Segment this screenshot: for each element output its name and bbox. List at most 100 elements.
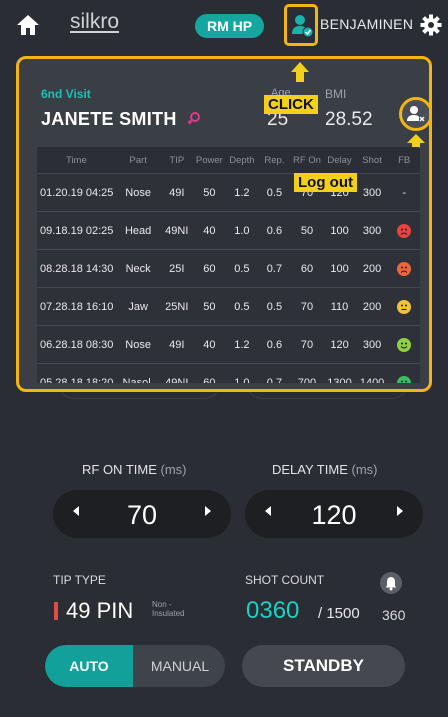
cell-rf-on: 700: [290, 363, 324, 383]
tip-insulation: Non - Insulated: [152, 600, 185, 618]
cell-shot: 1400: [355, 363, 389, 383]
feedback-neutral-icon: [397, 299, 412, 314]
bell-icon[interactable]: [380, 572, 402, 594]
cell-rep: 0.7: [258, 249, 291, 288]
cell-shot: 300: [355, 211, 389, 250]
cell-part: Nose: [115, 173, 161, 212]
tip-color-bar: [54, 602, 58, 620]
cell-depth: 0.5: [225, 249, 259, 288]
home-icon[interactable]: [16, 14, 40, 41]
tip-type-value: 49 PIN: [66, 598, 134, 623]
cell-part: Neck: [115, 249, 161, 288]
cell-rep: 0.7: [258, 363, 291, 383]
cell-delay: 100: [323, 249, 356, 288]
manual-mode-button[interactable]: MANUAL: [135, 645, 225, 687]
cell-rep: 0.5: [258, 173, 291, 212]
increase-icon[interactable]: [397, 506, 403, 516]
cell-depth: 1.2: [225, 325, 259, 364]
cell-time: 09.18.19 02:25: [37, 211, 116, 250]
feedback-good-icon: [397, 337, 412, 352]
cell-feedback: [388, 211, 420, 250]
cell-time: 08.28.18 14:30: [37, 249, 116, 288]
cell-tip: 25NI: [160, 287, 194, 326]
cell-shot: 200: [355, 287, 389, 326]
cell-feedback: [388, 325, 420, 364]
rf-on-time-stepper: 70: [53, 490, 231, 538]
auto-mode-button[interactable]: AUTO: [45, 645, 133, 687]
patient-name: JANETE SMITH: [41, 109, 177, 129]
shot-count-label: SHOT COUNT: [245, 573, 325, 587]
cell-depth: 0.5: [225, 287, 259, 326]
bmi-value: 28.52: [325, 109, 373, 130]
cell-rf-on: 70: [290, 325, 324, 364]
feedback-bad-icon: [397, 261, 412, 276]
table-header-row: Time Part TIP Power Depth Rep. RF On Del…: [37, 147, 420, 174]
gear-icon[interactable]: [420, 14, 442, 41]
rf-on-time-label: RF ON TIME (ms): [82, 462, 187, 477]
column-header: Part: [115, 147, 161, 174]
cell-time: 05.28.18 18:20: [37, 363, 116, 383]
table-row[interactable]: 01.20.19 04:25 Nose 49I 50 1.2 0.5 70 120 300-: [37, 173, 420, 212]
treatment-history-table: Time Part TIP Power Depth Rep. RF On Del…: [37, 147, 420, 383]
visit-count: 6nd Visit: [41, 87, 91, 101]
column-header: FB: [388, 147, 420, 174]
bmi-label: BMI: [325, 87, 347, 101]
cell-time: 01.20.19 04:25: [37, 173, 116, 212]
user-account-button[interactable]: [284, 4, 318, 46]
column-header: Power: [193, 147, 226, 174]
column-header: Rep.: [258, 147, 291, 174]
column-header: RF On: [290, 147, 324, 174]
feedback-very-good-icon: [397, 375, 412, 383]
column-header: Delay: [323, 147, 356, 174]
rm-hp-badge[interactable]: RM HP: [195, 14, 265, 38]
cell-feedback: [388, 363, 420, 383]
patient-history-popup: 6nd Visit JANETE SMITH Age 25 BMI 28.52 …: [16, 56, 432, 392]
increase-icon[interactable]: [205, 506, 211, 516]
table-row[interactable]: 07.28.18 16:10 Jaw 25NI 50 0.5 0.5 70 110 200: [37, 287, 420, 326]
cell-tip: 49NI: [160, 211, 194, 250]
tip-type-label: TIP TYPE: [53, 573, 106, 587]
top-bar: silkro RM HP BENJAMINEN: [0, 0, 448, 52]
shot-remaining: 360: [382, 607, 406, 623]
cell-delay: 1300: [323, 363, 356, 383]
cell-tip: 49NI: [160, 363, 194, 383]
female-icon: [187, 111, 201, 132]
cell-shot: 300: [355, 173, 389, 212]
cell-power: 50: [193, 287, 226, 326]
table-row[interactable]: 08.28.18 14:30 Neck 25I 60 0.5 0.7 60 100 200: [37, 249, 420, 288]
brand-logo: silkro: [70, 10, 120, 33]
cell-time: 07.28.18 16:10: [37, 287, 116, 326]
cell-tip: 49I: [160, 325, 194, 364]
cell-part: Nasol.: [115, 363, 161, 383]
cell-delay: 120: [323, 325, 356, 364]
cell-rep: 0.6: [258, 211, 291, 250]
user-remove-icon: [407, 106, 425, 122]
logout-button[interactable]: [399, 97, 429, 131]
cell-rf-on: 70: [290, 287, 324, 326]
cell-delay: 110: [323, 287, 356, 326]
column-header: Time: [37, 147, 116, 174]
table-row[interactable]: 06.28.18 08:30 Nose 49I 40 1.2 0.6 70 120 300: [37, 325, 420, 364]
mode-toggle: AUTO MANUAL: [45, 645, 225, 687]
cell-part: Jaw: [115, 287, 161, 326]
cell-shot: 300: [355, 325, 389, 364]
shot-count-total: / 1500: [318, 605, 360, 622]
click-annotation: CLICK: [264, 95, 318, 114]
cell-rf-on: 60: [290, 249, 324, 288]
cell-power: 60: [193, 363, 226, 383]
cell-rep: 0.5: [258, 287, 291, 326]
cell-delay: 100: [323, 211, 356, 250]
user-check-icon: [292, 15, 314, 38]
standby-button[interactable]: STANDBY: [242, 645, 405, 687]
arrow-up-icon: [291, 62, 309, 82]
cell-depth: 1.0: [225, 363, 259, 383]
table-row[interactable]: 05.28.18 18:20 Nasol. 49NI 60 1.0 0.7 700 1300 1…: [37, 363, 420, 383]
cell-part: Head: [115, 211, 161, 250]
cell-part: Nose: [115, 325, 161, 364]
cell-feedback: [388, 287, 420, 326]
delay-time-label: DELAY TIME (ms): [272, 462, 378, 477]
column-header: Depth: [225, 147, 259, 174]
cell-power: 40: [193, 211, 226, 250]
cell-power: 40: [193, 325, 226, 364]
table-row[interactable]: 09.18.19 02:25 Head 49NI 40 1.0 0.6 50 100 300: [37, 211, 420, 250]
